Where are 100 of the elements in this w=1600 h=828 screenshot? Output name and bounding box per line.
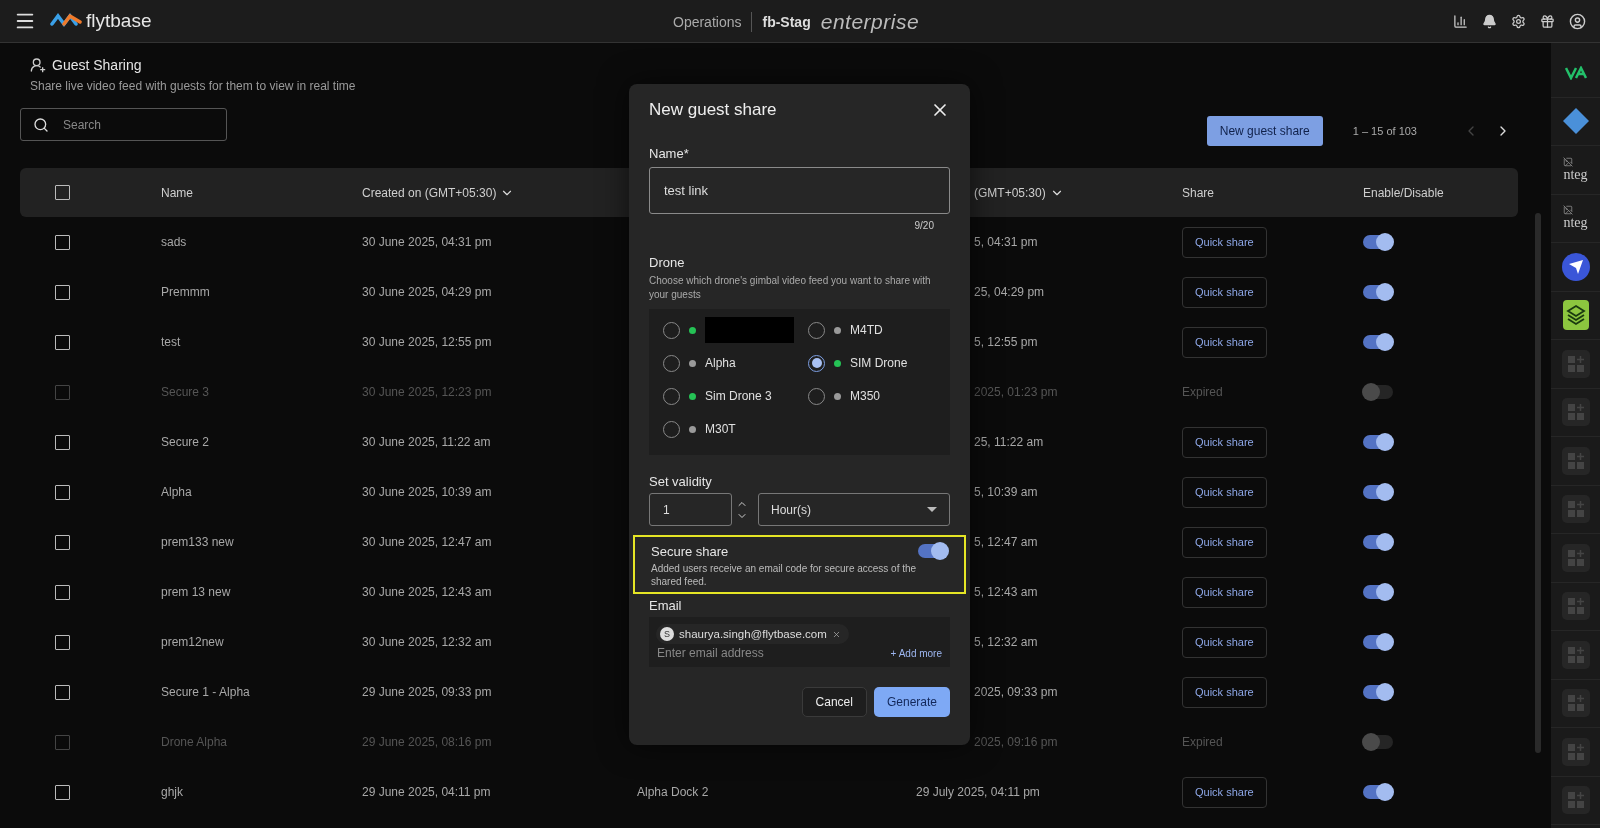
dialog-title: New guest share [649, 100, 777, 120]
table-cell: 5, 12:43 am [974, 585, 1038, 599]
quick-share-button[interactable]: Quick share [1182, 476, 1267, 508]
enable-toggle[interactable] [1363, 635, 1393, 649]
row-checkbox[interactable] [55, 634, 70, 650]
secure-share-toggle[interactable] [918, 544, 948, 558]
email-address: shaurya.singh@flytbase.com [679, 628, 827, 640]
table-cell: Secure 1 - Alpha [161, 685, 250, 699]
row-checkbox[interactable] [55, 284, 70, 300]
gift-icon[interactable] [1540, 13, 1555, 29]
add-more-link[interactable]: + Add more [890, 647, 942, 659]
quick-share-button[interactable]: Quick share [1182, 626, 1267, 658]
row-checkbox[interactable] [55, 384, 70, 400]
layers-icon[interactable] [1562, 300, 1589, 331]
table-cell: Alpha [161, 485, 192, 499]
quick-share-button[interactable]: Quick share [1182, 326, 1267, 358]
row-checkbox[interactable] [55, 234, 70, 250]
table-cell: 30 June 2025, 12:43 am [362, 585, 492, 599]
table-cell: 2025, 01:23 pm [974, 385, 1058, 399]
bar-chart-icon[interactable] [1453, 13, 1468, 29]
send-icon[interactable] [1561, 252, 1590, 281]
quick-share-button[interactable]: Quick share [1182, 526, 1267, 558]
field-label: Email [649, 598, 683, 613]
row-checkbox[interactable] [55, 334, 70, 350]
search-field[interactable]: Search [20, 108, 227, 141]
table-cell: 5, 12:32 am [974, 635, 1038, 649]
org-name: fb-Stag [762, 13, 811, 30]
table-cell: 30 June 2025, 11:22 am [362, 435, 491, 449]
email-input-field[interactable]: Enter email address [657, 646, 847, 660]
table-cell: test [161, 335, 181, 349]
enable-toggle[interactable] [1363, 535, 1393, 549]
table-cell: 29 June 2025, 09:33 pm [362, 685, 492, 699]
column-header: Enable/Disable [1363, 185, 1444, 200]
plan-logo: enterprise [820, 9, 920, 34]
enable-toggle[interactable] [1363, 735, 1393, 749]
quick-share-button[interactable]: Quick share [1182, 776, 1267, 808]
quick-share-button[interactable]: Quick share [1182, 276, 1267, 308]
enable-toggle[interactable] [1363, 285, 1393, 299]
nav-link[interactable]: Operations [673, 13, 742, 30]
enable-toggle[interactable] [1363, 785, 1393, 799]
field-label: Set validity [649, 474, 713, 489]
search-input[interactable]: Search [61, 109, 226, 140]
expired-status: Expired [1182, 735, 1223, 749]
row-checkbox[interactable] [55, 584, 70, 600]
quick-share-button[interactable]: Quick share [1182, 226, 1267, 258]
row-checkbox[interactable] [55, 784, 70, 800]
column-header[interactable]: Created on (GMT+05:30) [362, 185, 497, 200]
table-cell: Premmm [161, 285, 210, 299]
table-cell: prem133 new [161, 535, 234, 549]
table-cell: Alpha Dock 2 [637, 785, 709, 799]
row-checkbox[interactable] [55, 734, 70, 750]
select-all-checkbox[interactable] [55, 185, 70, 200]
field-label: Drone [649, 255, 686, 270]
table-cell: 30 June 2025, 12:55 pm [362, 335, 492, 349]
enable-toggle[interactable] [1363, 435, 1393, 449]
profile-icon[interactable] [1569, 12, 1586, 30]
row-checkbox[interactable] [55, 434, 70, 450]
table-cell: ghjk [161, 785, 183, 799]
table-cell: 29 June 2025, 04:11 pm [362, 785, 491, 799]
enable-toggle[interactable] [1363, 385, 1393, 399]
image-alt-text: nteg [1563, 166, 1588, 183]
drone-name: Alpha [705, 356, 736, 370]
secure-share-label: Secure share [651, 544, 730, 559]
row-checkbox[interactable] [55, 484, 70, 500]
generate-button[interactable]: Generate [873, 687, 950, 717]
page-subtitle: Share live video feed with guests for them to view in real time [29, 79, 357, 93]
quick-share-button[interactable]: Quick share [1182, 576, 1267, 608]
column-header[interactable]: (GMT+05:30) [974, 185, 1046, 200]
enable-toggle[interactable] [1363, 585, 1393, 599]
table-cell: sads [161, 235, 187, 249]
table-cell: 2025, 09:33 pm [974, 685, 1058, 699]
validity-number-field[interactable]: 1 [649, 493, 732, 526]
diamond-icon[interactable] [1561, 107, 1590, 136]
quick-share-button[interactable]: Quick share [1182, 426, 1267, 458]
cancel-button[interactable]: Cancel [801, 687, 867, 717]
settings-icon[interactable] [1511, 13, 1526, 29]
bell-icon[interactable] [1482, 13, 1497, 29]
expired-status: Expired [1182, 385, 1223, 399]
enable-toggle[interactable] [1363, 485, 1393, 499]
table-cell: 30 June 2025, 12:32 am [362, 635, 492, 649]
chart-logo-icon[interactable] [1564, 65, 1587, 80]
quick-share-button[interactable]: Quick share [1182, 676, 1267, 708]
remove-icon[interactable] [831, 629, 841, 639]
unit-dropdown[interactable]: Hour(s) [758, 493, 950, 526]
name-field[interactable]: test link [649, 167, 950, 214]
table-cell: 5, 04:31 pm [974, 235, 1038, 249]
pagination-text: 1 – 15 of 103 [1352, 125, 1417, 137]
drone-name: M350 [850, 389, 881, 403]
enable-toggle[interactable] [1363, 335, 1393, 349]
enable-toggle[interactable] [1363, 685, 1393, 699]
row-checkbox[interactable] [55, 534, 70, 550]
new-guest-share-button[interactable]: New guest share [1206, 116, 1323, 146]
row-checkbox[interactable] [55, 684, 70, 700]
enable-toggle[interactable] [1363, 235, 1393, 249]
drone-name: Sim Drone 3 [705, 389, 772, 403]
table-cell: 30 June 2025, 04:29 pm [362, 285, 492, 299]
drone-name: M4TD [850, 323, 883, 337]
table-cell: 30 June 2025, 12:47 am [362, 535, 492, 549]
image-alt-text: nteg [1563, 215, 1588, 232]
table-cell: 5, 12:47 am [974, 535, 1038, 549]
